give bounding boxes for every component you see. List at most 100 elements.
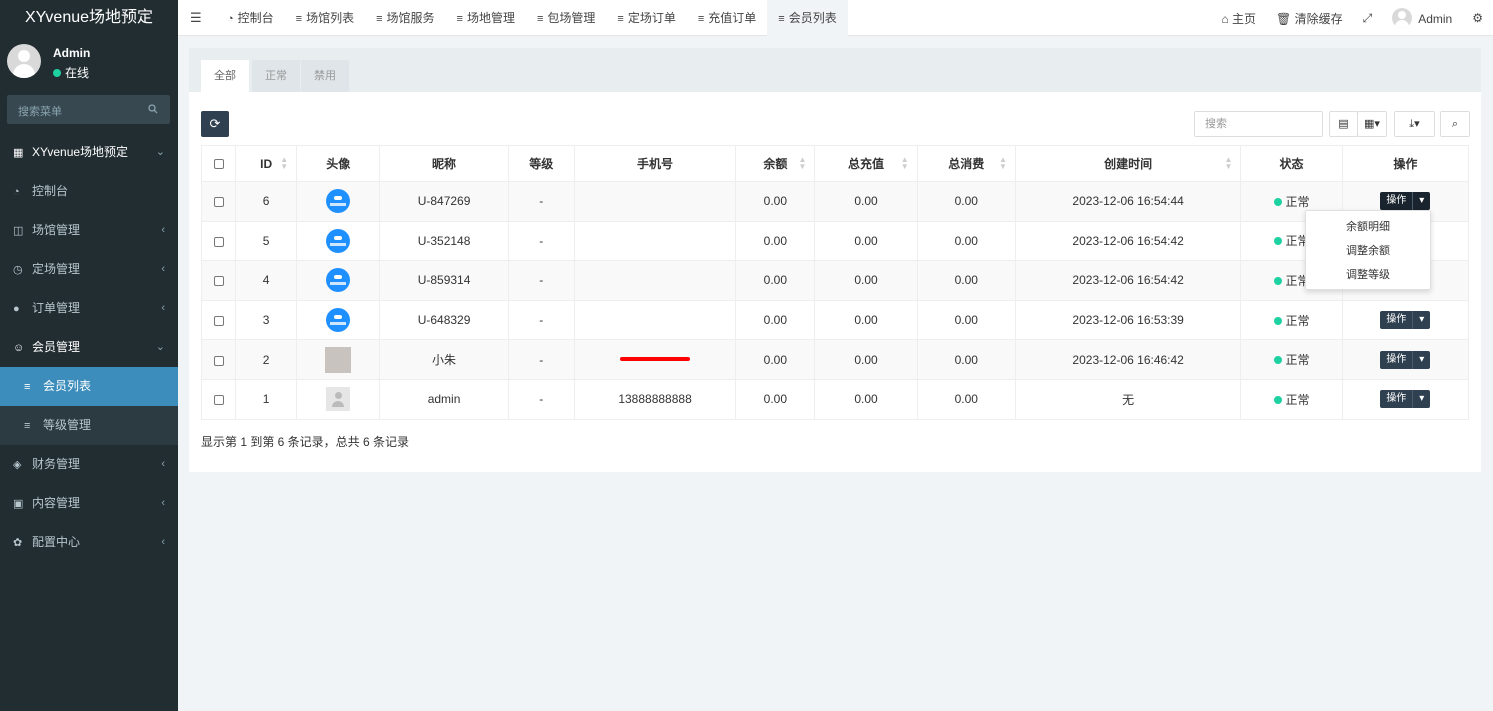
blurred-avatar-image	[325, 346, 352, 373]
sidebar-item-booking-mgmt[interactable]: ◷ 定场管理 ‹	[0, 250, 178, 289]
avatar	[1392, 8, 1413, 28]
operation-button[interactable]: 操作▾	[1380, 192, 1431, 211]
tab-field-mgmt[interactable]: ≡ 场地管理	[446, 0, 526, 36]
table-row: 6 U-847269 - 0.00 0.00 0.00 2023-12-06 1…	[200, 181, 1470, 222]
operation-button[interactable]: 操作▾	[1380, 311, 1431, 330]
search-toggle-button[interactable]: ⌕	[1440, 111, 1470, 137]
tab-booking-orders[interactable]: ≡ 定场订单	[606, 0, 686, 36]
cell-created: 2023-12-06 16:54:42	[1014, 260, 1242, 301]
operation-button[interactable]: 操作▾	[1380, 350, 1431, 369]
tab-venue-list[interactable]: ≡ 场馆列表	[285, 0, 365, 36]
tab-recharge-orders[interactable]: ≡ 充值订单	[687, 0, 767, 36]
search-icon[interactable]	[148, 103, 158, 117]
sidebar-item-xyvenue[interactable]: ▦ XYvenue场地预定 ⌄	[0, 133, 178, 172]
select-all-checkbox[interactable]	[200, 145, 237, 182]
xyvenue-logo-icon	[326, 228, 351, 253]
sidebar-item-config-center[interactable]: ✿ 配置中心 ‹	[0, 523, 178, 562]
tab-normal[interactable]: 正常	[252, 60, 300, 92]
menu-item-balance-detail[interactable]: 余额明细	[1306, 215, 1430, 239]
list-icon: ≡	[617, 13, 624, 25]
user-menu[interactable]: Admin	[1382, 8, 1462, 28]
user-name: Admin	[53, 46, 91, 60]
cell-spend: 0.00	[916, 181, 1016, 222]
sidebar-item-order-mgmt[interactable]: ● 订单管理 ‹	[0, 289, 178, 328]
menu-toggle-icon[interactable]: ☰	[190, 10, 202, 26]
home-link[interactable]: ⌂ 主页	[1211, 10, 1266, 27]
fullscreen-icon[interactable]: ⤢	[1353, 11, 1383, 26]
list-view-icon: ▤	[1338, 118, 1349, 130]
diamond-icon: ◈	[13, 459, 22, 471]
panel-tabs: 全部 正常 禁用	[189, 48, 1481, 92]
tab-disabled[interactable]: 禁用	[301, 60, 349, 92]
row-checkbox[interactable]	[200, 220, 237, 262]
cell-status: 正常	[1240, 378, 1343, 420]
sidebar-item-venue-mgmt[interactable]: ◫ 场馆管理 ‹	[0, 211, 178, 250]
table-search-input[interactable]: 搜索	[1194, 111, 1323, 137]
col-balance[interactable]: 余额 ▲ ▼	[735, 145, 816, 182]
cell-phone	[573, 181, 737, 222]
cell-id: 2	[235, 339, 298, 380]
xyvenue-logo-icon	[326, 268, 351, 293]
cell-avatar	[296, 378, 381, 420]
cell-phone	[573, 339, 737, 380]
col-operation: 操作	[1341, 145, 1470, 182]
brand-title[interactable]: XYvenue场地预定	[0, 0, 178, 36]
col-spend[interactable]: 总消费 ▲ ▼	[916, 145, 1016, 182]
menu-item-adjust-balance[interactable]: 调整余额	[1306, 239, 1430, 263]
cell-phone	[573, 220, 737, 262]
tab-charter-mgmt[interactable]: ≡ 包场管理	[526, 0, 606, 36]
list-icon: ≡	[24, 420, 31, 432]
xyvenue-logo-icon	[326, 189, 351, 214]
sidebar-item-level-mgmt[interactable]: ≡ 等级管理	[0, 406, 178, 445]
home-icon: ⌂	[1221, 11, 1232, 26]
top-nav: ☰ ◔ 控制台 ≡ 场馆列表 ≡ 场馆服务 ≡ 场地管理 ≡ 包场管理 ≡ 定场订单 ≡ 充值…	[178, 0, 1493, 36]
columns-button[interactable]: ▦▾	[1357, 111, 1387, 137]
settings-gear-icon[interactable]: ⚙	[1462, 11, 1493, 25]
tab-member-list[interactable]: ≡ 会员列表	[767, 0, 848, 36]
chevron-left-icon: ‹	[161, 302, 165, 314]
col-id[interactable]: ID ▲ ▼	[235, 145, 298, 182]
row-checkbox[interactable]	[200, 181, 237, 222]
export-icon: ⤓▾	[1409, 118, 1420, 130]
cell-spend: 0.00	[916, 220, 1016, 262]
clear-cache-link[interactable]: 🗑 清除缓存	[1266, 10, 1353, 27]
cell-avatar	[296, 339, 381, 380]
sidebar-item-member-mgmt[interactable]: ☺ 会员管理 ⌄	[0, 328, 178, 367]
menu-search-input[interactable]: 搜索菜单	[7, 95, 170, 124]
chevron-left-icon: ‹	[161, 458, 165, 470]
chevron-down-icon: ⌄	[155, 146, 165, 158]
sidebar-item-dashboard[interactable]: ◔ 控制台	[0, 172, 178, 211]
cell-id: 1	[235, 378, 298, 420]
cell-nickname: U-648329	[379, 299, 509, 341]
menu-item-adjust-level[interactable]: 调整等级	[1306, 263, 1430, 287]
cell-recharge: 0.00	[814, 299, 918, 341]
tab-venue-service[interactable]: ≡ 场馆服务	[365, 0, 445, 36]
sidebar-menu: ▦ XYvenue场地预定 ⌄ ◔ 控制台 ◫ 场馆管理 ‹ ◷ 定场管理 ‹ ● 订单管理 ‹ …	[0, 133, 178, 562]
caret-down-icon: ▾	[1412, 192, 1431, 211]
gear-icon: ✿	[13, 537, 23, 549]
list-icon: ≡	[778, 13, 785, 25]
row-checkbox[interactable]	[200, 299, 237, 341]
row-checkbox[interactable]	[200, 260, 237, 301]
row-checkbox[interactable]	[200, 378, 237, 420]
tab-dashboard[interactable]: ◔ 控制台	[216, 0, 285, 36]
search-icon: ⌕	[1451, 118, 1459, 130]
sort-icon: ▲ ▼	[900, 155, 909, 171]
tab-all[interactable]: 全部	[201, 60, 249, 92]
sidebar-item-finance-mgmt[interactable]: ◈ 财务管理 ‹	[0, 445, 178, 484]
operation-button[interactable]: 操作▾	[1380, 390, 1431, 409]
row-checkbox[interactable]	[200, 339, 237, 380]
chevron-left-icon: ‹	[161, 497, 165, 509]
sidebar-item-member-list[interactable]: ≡ 会员列表	[0, 367, 178, 406]
col-created[interactable]: 创建时间 ▲ ▼	[1014, 145, 1242, 182]
refresh-button[interactable]: ⟳	[201, 111, 229, 137]
sidebar-item-content-mgmt[interactable]: ▣ 内容管理 ‹	[0, 484, 178, 523]
col-avatar: 头像	[296, 145, 381, 182]
cell-recharge: 0.00	[814, 339, 918, 380]
cell-created: 2023-12-06 16:54:42	[1014, 220, 1242, 262]
toggle-view-button[interactable]: ▤	[1329, 111, 1358, 137]
chevron-left-icon: ‹	[161, 224, 165, 236]
cell-id: 5	[235, 220, 298, 262]
export-button[interactable]: ⤓▾	[1394, 111, 1435, 137]
col-recharge[interactable]: 总充值 ▲ ▼	[814, 145, 918, 182]
